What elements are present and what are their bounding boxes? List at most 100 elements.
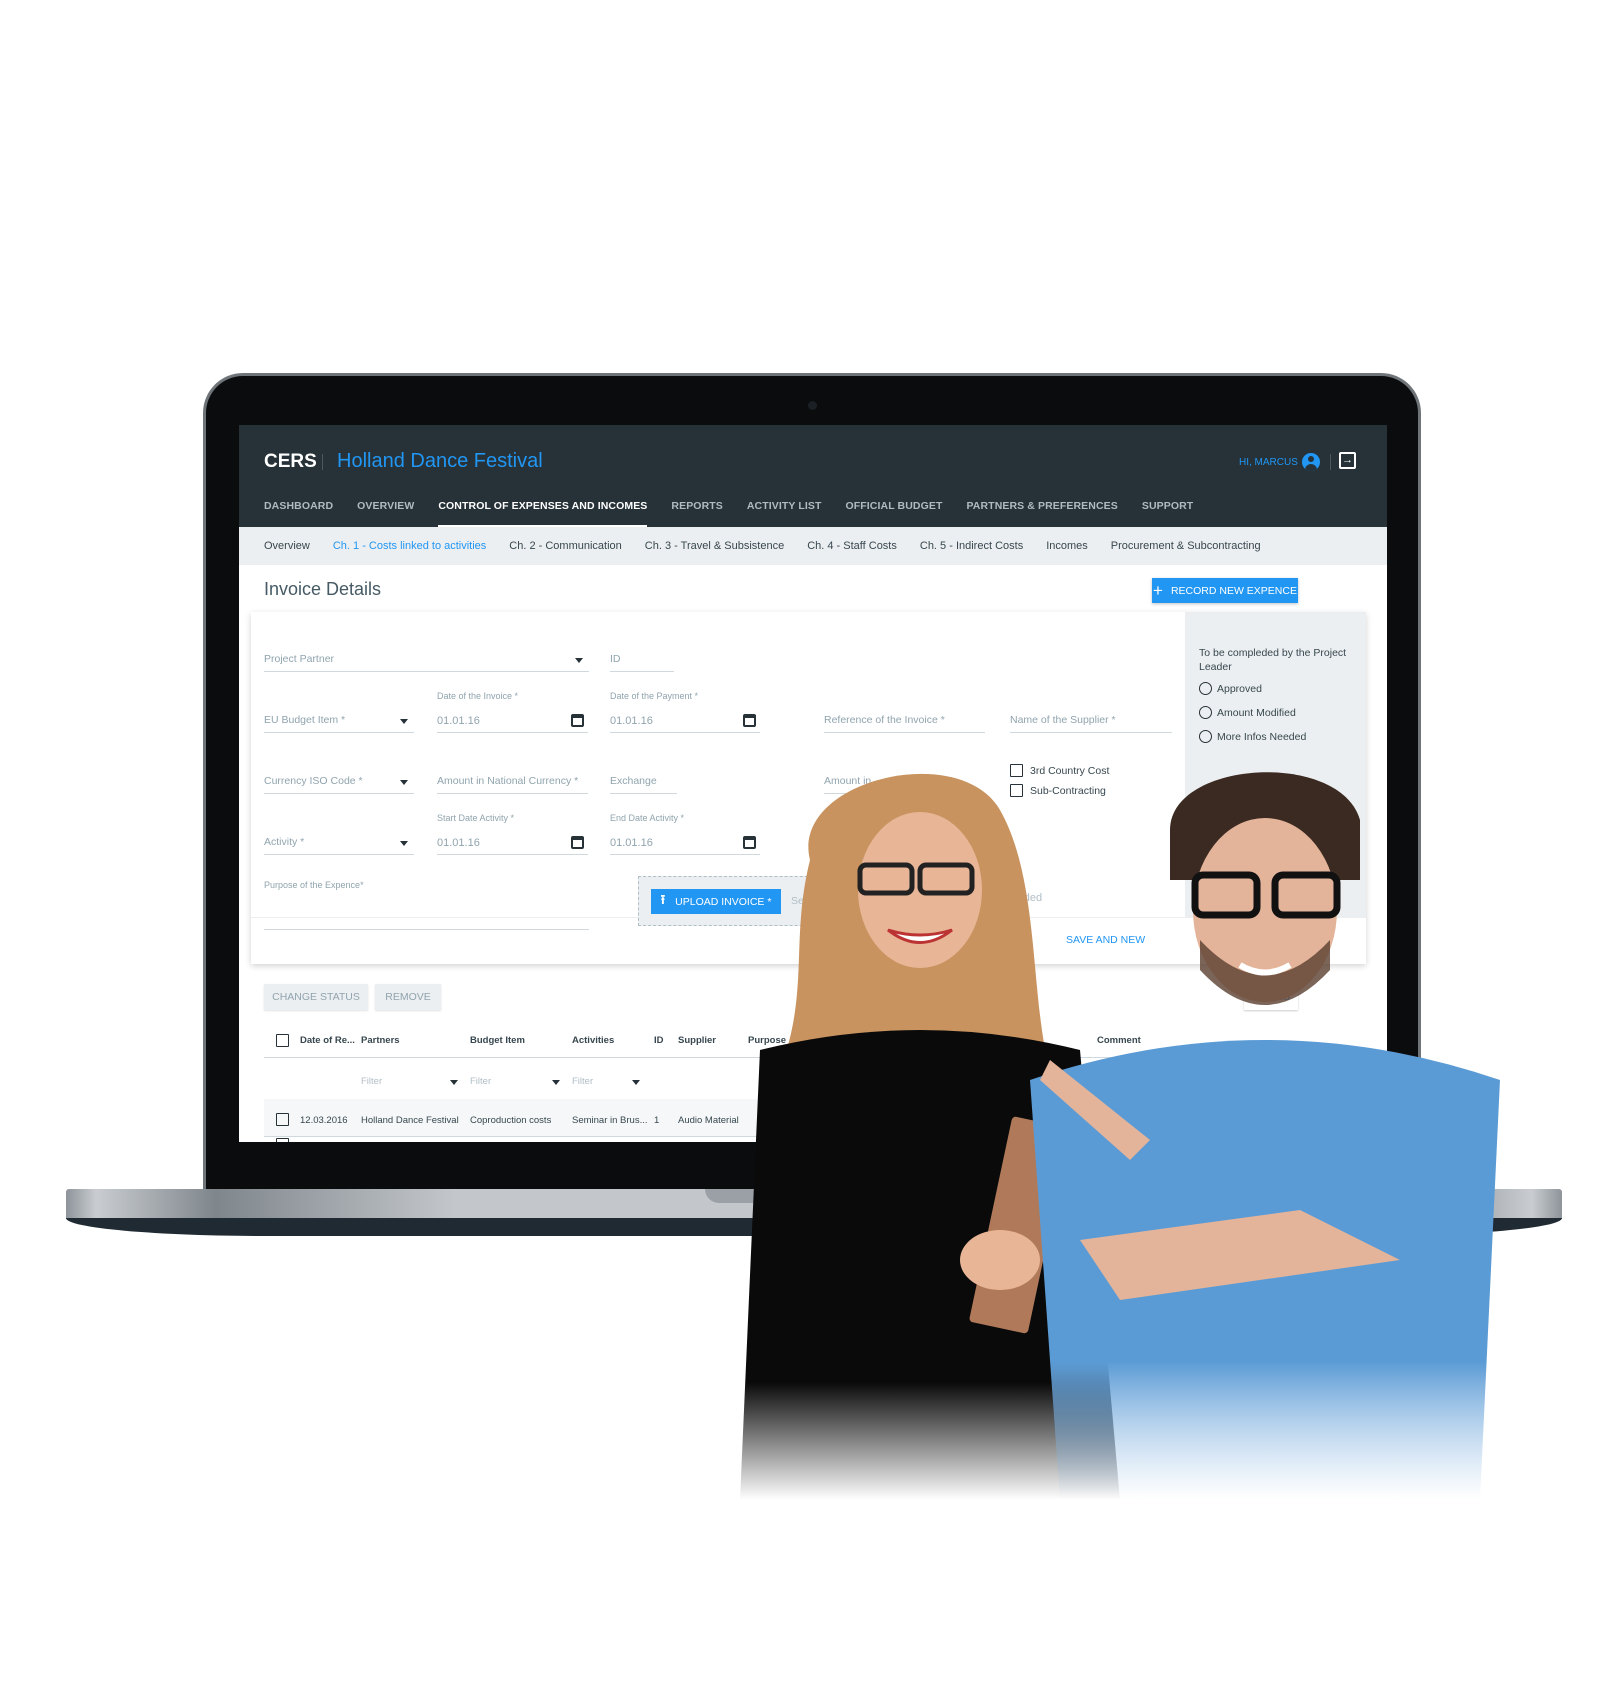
remove-button[interactable]: REMOVE (375, 984, 441, 1010)
activity-select[interactable]: Activity * (264, 831, 414, 855)
end-date-value: 01.01.16 (610, 837, 653, 849)
row-checkbox[interactable] (276, 1113, 289, 1126)
currency-iso-label: Currency ISO Code * (264, 775, 363, 787)
exchange-label: Exchange (610, 775, 657, 787)
record-new-expence-button[interactable]: + RECORD NEW EXPENCE (1152, 578, 1298, 603)
tab-ch4[interactable]: Ch. 4 - Staff Costs (807, 540, 897, 552)
purpose-label: Purpose of the Expence* (264, 880, 364, 890)
chevron-down-icon[interactable] (450, 1080, 458, 1085)
nav-partners-preferences[interactable]: PARTNERS & PREFERENCES (966, 500, 1117, 527)
change-status-button[interactable]: CHANGE STATUS (264, 984, 368, 1010)
header-divider (1330, 454, 1331, 470)
tab-procurement[interactable]: Procurement & Subcontracting (1111, 540, 1261, 552)
start-date-value: 01.01.16 (437, 837, 480, 849)
radio-label: Amount Modified (1217, 706, 1296, 719)
calendar-icon[interactable] (571, 714, 584, 727)
nav-overview[interactable]: OVERVIEW (357, 500, 414, 527)
brand-divider (322, 454, 323, 470)
nav-reports[interactable]: REPORTS (671, 500, 722, 527)
radio-amount-modified[interactable]: Amount Modified (1199, 706, 1296, 719)
plus-icon: + (1153, 581, 1163, 600)
id-field[interactable]: ID (610, 648, 674, 672)
start-date-label: Start Date Activity * (437, 813, 515, 823)
filter-partners[interactable]: Filter (361, 1076, 382, 1087)
chevron-down-icon[interactable] (552, 1080, 560, 1085)
date-payment-field[interactable]: Date of the Payment * 01.01.16 (610, 691, 760, 733)
record-button-label: RECORD NEW EXPENCE (1170, 584, 1297, 597)
start-date-field[interactable]: Start Date Activity * 01.01.16 (437, 813, 588, 855)
calendar-icon[interactable] (571, 836, 584, 849)
page-title: Invoice Details (264, 579, 382, 599)
user-avatar-icon[interactable] (1302, 453, 1320, 471)
chapter-tabs: Overview Ch. 1 - Costs linked to activit… (239, 527, 1387, 565)
project-partner-select[interactable]: Project Partner (264, 648, 589, 672)
cell-activity: Seminar in Brus... (572, 1115, 648, 1126)
date-payment-label: Date of the Payment * (610, 691, 699, 701)
user-greeting[interactable]: HI, MARCUS (1239, 457, 1298, 468)
chevron-down-icon (400, 780, 408, 785)
tab-ch1[interactable]: Ch. 1 - Costs linked to activities (333, 540, 486, 552)
radio-circle (1199, 682, 1212, 695)
col-budget-item[interactable]: Budget Item (470, 1035, 525, 1046)
leader-panel-title: To be compleded by the Project Leader (1199, 647, 1347, 673)
people-photo (740, 772, 1500, 1500)
select-all-checkbox[interactable] (276, 1034, 289, 1047)
supplier-name-field[interactable]: Name of the Supplier * (1010, 709, 1172, 733)
col-id[interactable]: ID (654, 1035, 664, 1046)
purpose-textarea[interactable]: Purpose of the Expence* (264, 880, 589, 930)
col-partners[interactable]: Partners (361, 1035, 400, 1046)
logout-icon[interactable]: → (1339, 452, 1356, 469)
date-invoice-label: Date of the Invoice * (437, 691, 519, 701)
tab-ch3[interactable]: Ch. 3 - Travel & Subsistence (645, 540, 784, 552)
filter-budget-item[interactable]: Filter (470, 1076, 491, 1087)
cell-id: 1 (654, 1115, 660, 1126)
app-header: CERS Holland Dance Festival HI, MARCUS →… (239, 425, 1387, 527)
eu-budget-item-select[interactable]: EU Budget Item * (264, 709, 414, 733)
radio-approved[interactable]: Approved (1199, 682, 1262, 695)
date-payment-value: 01.01.16 (610, 715, 653, 727)
tab-incomes[interactable]: Incomes (1046, 540, 1088, 552)
col-activities[interactable]: Activities (572, 1035, 614, 1046)
brand-logo[interactable]: CERS (264, 451, 317, 473)
date-invoice-value: 01.01.16 (437, 715, 480, 727)
nav-control-expenses[interactable]: CONTROL OF EXPENSES AND INCOMES (438, 500, 648, 527)
tab-overview[interactable]: Overview (264, 540, 310, 552)
reference-invoice-label: Reference of the Invoice * (824, 714, 945, 726)
amount-national-field[interactable]: Amount in National Currency * (437, 770, 588, 794)
eu-budget-item-label: EU Budget Item * (264, 714, 346, 726)
filter-activities[interactable]: Filter (572, 1076, 593, 1087)
project-title: Holland Dance Festival (337, 450, 543, 472)
date-invoice-field[interactable]: Date of the Invoice * 01.01.16 (437, 691, 588, 733)
nav-official-budget[interactable]: OFFICIAL BUDGET (846, 500, 943, 527)
nav-dashboard[interactable]: DASHBOARD (264, 500, 333, 527)
main-nav: DASHBOARD OVERVIEW CONTROL OF EXPENSES A… (264, 500, 1217, 527)
project-partner-label: Project Partner (264, 653, 335, 665)
cell-partner: Holland Dance Festival (361, 1115, 459, 1126)
chevron-down-icon[interactable] (632, 1080, 640, 1085)
tab-ch2[interactable]: Ch. 2 - Communication (509, 540, 622, 552)
chevron-down-icon (400, 841, 408, 846)
upload-icon: ⭱ (660, 891, 666, 907)
radio-label: Approved (1217, 682, 1262, 695)
webcam (808, 401, 817, 410)
row-checkbox[interactable] (276, 1138, 289, 1142)
amount-national-label: Amount in National Currency * (437, 775, 579, 787)
exchange-field[interactable]: Exchange (610, 770, 677, 794)
chevron-down-icon (575, 658, 583, 663)
radio-circle (1199, 706, 1212, 719)
id-label: ID (610, 653, 621, 665)
cell-budget-item: Coproduction costs (470, 1115, 552, 1126)
reference-invoice-field[interactable]: Reference of the Invoice * (824, 709, 985, 733)
man-figure (1030, 772, 1500, 1500)
nav-activity-list[interactable]: ACTIVITY LIST (747, 500, 822, 527)
cell-date: 12.03.2016 (300, 1115, 348, 1126)
supplier-name-label: Name of the Supplier * (1010, 714, 1116, 726)
chevron-down-icon (400, 719, 408, 724)
nav-support[interactable]: SUPPORT (1142, 500, 1193, 527)
activity-label: Activity * (264, 836, 305, 848)
end-date-label: End Date Activity * (610, 813, 685, 823)
calendar-icon[interactable] (743, 714, 756, 727)
currency-iso-select[interactable]: Currency ISO Code * (264, 770, 414, 794)
tab-ch5[interactable]: Ch. 5 - Indirect Costs (920, 540, 1023, 552)
col-date[interactable]: Date of Re... (300, 1035, 355, 1046)
